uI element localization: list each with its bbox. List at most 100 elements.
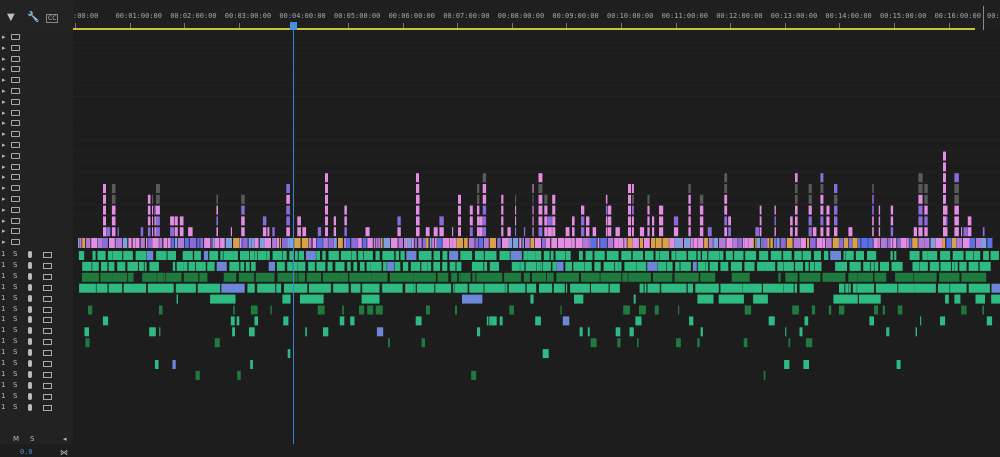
audio-clip[interactable] [414,284,416,293]
video-clip[interactable] [515,206,516,215]
audio-clip[interactable] [647,262,657,271]
video-clip[interactable] [724,195,727,204]
audio-clip[interactable] [155,360,159,369]
video-clip[interactable] [713,238,718,248]
audio-clip[interactable] [382,284,402,293]
video-clip[interactable] [302,227,306,236]
audio-clip[interactable] [863,262,870,271]
audio-clip[interactable] [108,251,113,260]
audio-clip[interactable] [856,251,864,260]
audio-clip[interactable] [800,284,814,293]
audio-clip[interactable] [573,262,584,271]
audio-clip[interactable] [551,251,554,260]
audio-clip[interactable] [322,251,325,260]
audio-clip[interactable] [329,251,339,260]
mic-icon[interactable] [28,273,32,280]
film-strip-icon[interactable] [11,120,20,126]
video-clip[interactable] [325,184,328,193]
audio-clip[interactable] [829,306,831,315]
audio-clip[interactable] [328,262,333,271]
video-clip[interactable] [651,238,655,248]
audio-clip[interactable] [982,306,984,315]
track-toggle-icon[interactable]: ▸ [2,238,6,246]
audio-clip[interactable] [800,327,803,336]
video-clip[interactable] [106,227,110,236]
video-clip[interactable] [200,238,203,248]
video-clip[interactable] [317,238,323,248]
video-clip[interactable] [325,206,328,215]
audio-clip[interactable] [217,262,227,271]
audio-clip[interactable] [810,262,814,271]
audio-clip[interactable] [247,284,254,293]
video-clip[interactable] [826,206,829,215]
audio-clip[interactable] [680,262,691,271]
film-strip-icon[interactable] [11,174,20,180]
audio-clip[interactable] [500,316,503,325]
audio-clip[interactable] [416,316,422,325]
audio-clip[interactable] [940,316,945,325]
audio-clip[interactable] [645,251,654,260]
video-clip[interactable] [795,195,798,204]
audio-clip[interactable] [520,262,524,271]
video-clip[interactable] [684,238,690,248]
video-clip[interactable] [849,238,852,248]
video-clip[interactable] [479,238,483,248]
video-clip[interactable] [484,238,489,248]
video-clip[interactable] [123,238,128,248]
film-strip-icon[interactable] [11,88,20,94]
video-clip[interactable] [376,238,378,248]
video-clip[interactable] [820,227,823,236]
film-strip-icon[interactable] [11,99,20,105]
audio-clip[interactable] [82,262,91,271]
video-clip[interactable] [834,195,837,204]
video-track-header[interactable]: ▸ [0,64,73,74]
audio-clip[interactable] [991,295,1000,304]
video-clip[interactable] [820,216,823,225]
video-clip[interactable] [702,238,703,248]
audio-clip[interactable] [177,295,178,304]
video-track-header[interactable]: ▸ [0,32,73,42]
video-clip[interactable] [152,216,153,225]
audio-clip[interactable] [815,262,822,271]
video-clip[interactable] [914,227,917,236]
video-clip[interactable] [525,238,530,248]
audio-clip[interactable] [940,262,951,271]
film-strip-icon[interactable] [11,77,20,83]
audio-clip[interactable] [976,295,986,304]
video-clip[interactable] [924,195,927,204]
video-clip[interactable] [216,206,218,215]
video-clip[interactable] [263,216,267,225]
audio-clip[interactable] [149,327,156,336]
video-clip[interactable] [760,227,762,236]
audio-clip[interactable] [886,327,889,336]
track-output-icon[interactable] [43,252,52,258]
video-clip[interactable] [809,195,812,204]
audio-clip[interactable] [376,306,383,315]
video-clip[interactable] [704,238,708,248]
video-clip[interactable] [163,238,167,248]
track-toggle-icon[interactable]: ▸ [2,76,6,84]
video-clip[interactable] [458,206,461,215]
audio-clip[interactable] [395,262,401,271]
video-clip[interactable] [833,238,839,248]
video-clip[interactable] [809,206,812,215]
audio-clip[interactable] [396,251,399,260]
video-clip[interactable] [180,216,184,225]
video-clip[interactable] [277,238,279,248]
video-clip[interactable] [294,238,300,248]
video-clip[interactable] [226,238,232,248]
audio-clip[interactable] [745,306,751,315]
audio-clip[interactable] [655,306,659,315]
video-clip[interactable] [724,173,727,182]
video-clip[interactable] [571,238,574,248]
video-clip[interactable] [175,238,177,248]
audio-clip[interactable] [720,284,742,293]
video-clip[interactable] [334,238,337,248]
audio-clip[interactable] [574,295,583,304]
audio-clip[interactable] [455,284,468,293]
video-clip[interactable] [628,238,633,248]
audio-clip[interactable] [628,273,651,282]
audio-clip[interactable] [939,273,959,282]
track-lock-label[interactable]: 1 [1,392,5,400]
track-output-icon[interactable] [43,372,52,378]
